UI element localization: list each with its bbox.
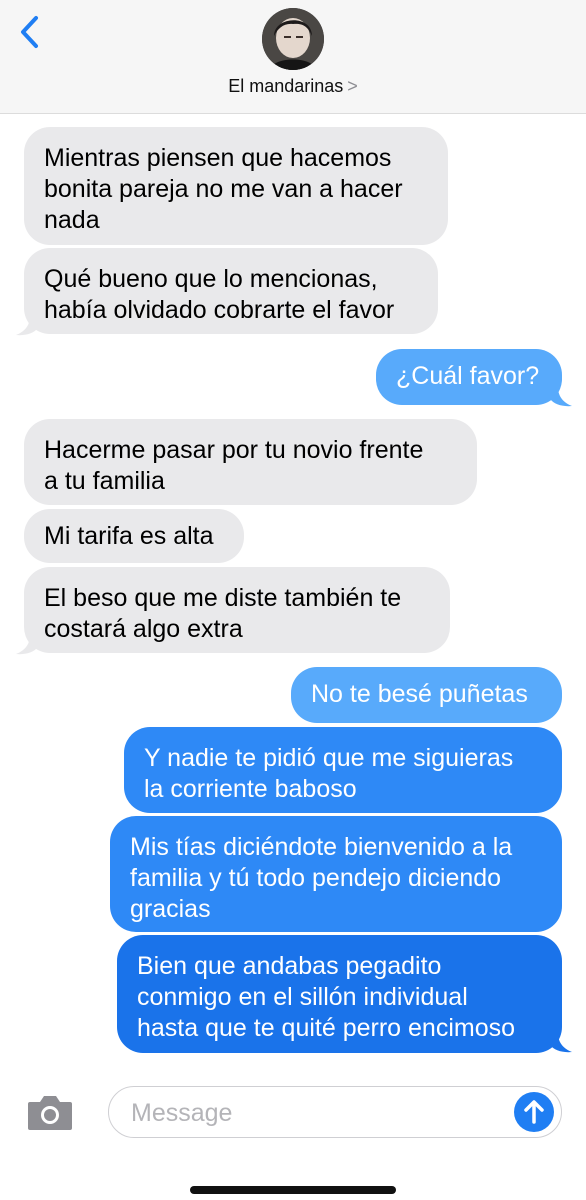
received-message[interactable]: Hacerme pasar por tu novio frente a tu f…	[24, 419, 477, 505]
bubble-tail	[16, 316, 38, 336]
message-placeholder: Message	[131, 1099, 233, 1127]
conversation-header: El mandarinas >	[0, 0, 586, 114]
camera-button[interactable]	[26, 1092, 74, 1132]
sent-message[interactable]: Bien que andabas pegadito conmigo en el …	[117, 935, 562, 1053]
sent-message[interactable]: ¿Cuál favor?	[376, 349, 562, 405]
received-message[interactable]: El beso que me diste también te costará …	[24, 567, 450, 653]
received-message[interactable]: Mi tarifa es alta	[24, 509, 244, 563]
bubble-tail	[550, 387, 572, 407]
received-message[interactable]: Mientras piensen que hacemos bonita pare…	[24, 127, 448, 245]
contact-name: El mandarinas	[228, 76, 344, 96]
message-input[interactable]: Message	[108, 1086, 562, 1138]
send-button[interactable]	[514, 1092, 554, 1132]
home-indicator	[190, 1186, 396, 1194]
arrow-up-icon	[524, 1100, 544, 1124]
received-message[interactable]: Qué bueno que lo mencionas, había olvida…	[24, 248, 438, 334]
avatar[interactable]	[262, 8, 324, 70]
sent-message[interactable]: Mis tías diciéndote bienvenido a la fami…	[110, 816, 562, 932]
bubble-tail	[16, 635, 38, 655]
contact-name-button[interactable]: El mandarinas >	[0, 76, 586, 97]
bubble-tail	[550, 1033, 572, 1053]
chevron-right-icon: >	[347, 76, 358, 96]
chevron-left-icon	[21, 16, 38, 48]
camera-icon	[28, 1096, 72, 1130]
avatar-photo-icon	[262, 8, 324, 70]
sent-message[interactable]: No te besé puñetas	[291, 667, 562, 723]
back-button[interactable]	[14, 12, 48, 52]
sent-message[interactable]: Y nadie te pidió que me siguieras la cor…	[124, 727, 562, 813]
